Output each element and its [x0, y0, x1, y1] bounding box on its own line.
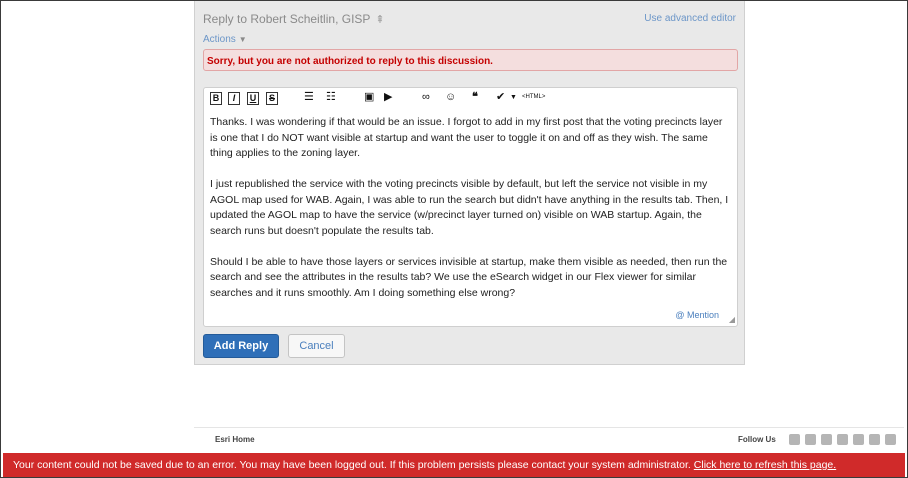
editor-toolbar: B I U S ☰ ☷ ▣ ▶ ∞ ☺ ❝ ✔ ▼ <HTML>	[204, 88, 737, 108]
add-reply-button[interactable]: Add Reply	[203, 334, 279, 358]
html-source-button[interactable]: <HTML>	[522, 92, 545, 105]
strikethrough-button[interactable]: S	[266, 92, 278, 105]
rss-icon[interactable]	[885, 434, 896, 445]
use-advanced-editor-link[interactable]: Use advanced editor	[644, 13, 736, 24]
numbered-list-icon[interactable]: ☷	[326, 92, 336, 105]
mention-button[interactable]: @ Mention	[675, 310, 719, 320]
facebook-icon[interactable]	[821, 434, 832, 445]
twitter-icon[interactable]	[805, 434, 816, 445]
linkedin-icon[interactable]	[837, 434, 848, 445]
image-icon[interactable]: ▣	[364, 92, 374, 105]
not-authorized-error: Sorry, but you are not authorized to rep…	[203, 49, 738, 71]
italic-button[interactable]: I	[228, 92, 240, 105]
reply-panel: Reply to Robert Scheitlin, GISP ⇞ Use adv…	[194, 1, 745, 365]
banner-message: Your content could not be saved due to a…	[13, 459, 691, 471]
link-icon[interactable]: ∞	[422, 92, 430, 105]
bold-button[interactable]: B	[210, 92, 222, 105]
editor-paragraph: Should I be able to have those layers or…	[210, 255, 728, 299]
spellcheck-dropdown-icon[interactable]: ▼	[510, 92, 517, 105]
save-error-banner: Your content could not be saved due to a…	[3, 453, 905, 477]
pin-icon: ⇞	[375, 14, 385, 26]
video-icon[interactable]: ▶	[384, 92, 392, 105]
reply-editor[interactable]: B I U S ☰ ☷ ▣ ▶ ∞ ☺ ❝ ✔ ▼ <HTML> Thanks.…	[203, 87, 738, 327]
resize-handle-icon[interactable]: ◢	[729, 315, 735, 324]
googleplus-icon[interactable]	[853, 434, 864, 445]
refresh-page-link[interactable]: Click here to refresh this page.	[694, 459, 836, 471]
follow-us-label: Follow Us	[738, 435, 776, 444]
underline-button[interactable]: U	[247, 92, 259, 105]
editor-content[interactable]: Thanks. I was wondering if that would be…	[210, 115, 732, 317]
quote-icon[interactable]: ❝	[472, 92, 478, 105]
editor-paragraph: Thanks. I was wondering if that would be…	[210, 116, 723, 159]
actions-menu[interactable]: Actions ▼	[203, 34, 247, 45]
emoji-icon[interactable]: ☺	[445, 92, 456, 105]
reply-title-text: Reply to Robert Scheitlin, GISP	[203, 12, 371, 26]
esri-home-link[interactable]: Esri Home	[215, 435, 255, 444]
footer-divider	[194, 427, 904, 428]
spellcheck-icon[interactable]: ✔	[496, 92, 505, 105]
editor-paragraph: I just republished the service with the …	[210, 178, 729, 237]
reply-title: Reply to Robert Scheitlin, GISP ⇞	[203, 12, 385, 26]
cancel-button[interactable]: Cancel	[288, 334, 345, 358]
bullet-list-icon[interactable]: ☰	[304, 92, 314, 105]
caret-down-icon: ▼	[238, 35, 247, 44]
actions-label: Actions	[203, 34, 236, 45]
email-icon[interactable]	[789, 434, 800, 445]
pinterest-icon[interactable]	[869, 434, 880, 445]
